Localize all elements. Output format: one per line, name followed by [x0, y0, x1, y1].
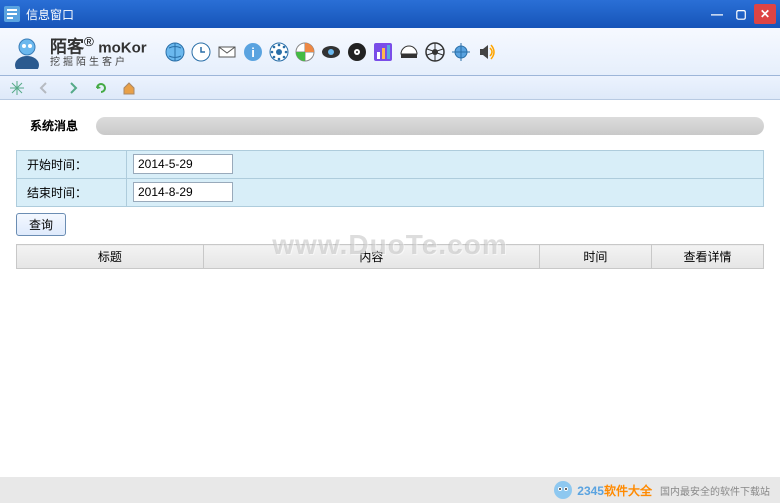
content-area: 系统消息 开始时间： 结束时间： 查询 标题 内容 时间 查看详情 www.Du…: [0, 100, 780, 477]
window-title: 信息窗口: [26, 6, 706, 23]
window-controls: — ▢ ✕: [706, 4, 776, 24]
info-icon[interactable]: i: [243, 42, 263, 62]
mascot-icon: [553, 480, 573, 500]
maximize-button[interactable]: ▢: [730, 4, 752, 24]
brand-logo: 陌客® moKor 挖掘陌生客户: [10, 35, 147, 69]
start-date-label: 开始时间：: [17, 151, 127, 178]
brand-en: moKor: [98, 39, 146, 56]
col-content: 内容: [203, 245, 539, 269]
main-toolbar: 陌客® moKor 挖掘陌生客户 i: [0, 28, 780, 76]
panel-title: 系统消息: [16, 113, 92, 138]
target-icon[interactable]: [451, 42, 471, 62]
gear-icon[interactable]: [269, 42, 289, 62]
start-date-input[interactable]: [133, 154, 233, 174]
close-button[interactable]: ✕: [754, 4, 776, 24]
brand-cn: 陌客: [50, 37, 84, 56]
start-date-row: 开始时间：: [17, 151, 763, 179]
footer-sub: 国内最安全的软件下载站: [660, 483, 770, 498]
clock-icon[interactable]: [191, 42, 211, 62]
globe-icon[interactable]: [165, 42, 185, 62]
eye-icon[interactable]: [321, 42, 341, 62]
minimize-button[interactable]: —: [706, 4, 728, 24]
footer: 2345软件大全 国内最安全的软件下载站: [0, 477, 780, 503]
wheel-icon[interactable]: [425, 42, 445, 62]
footer-brand-cn: 软件大全: [604, 484, 652, 498]
mail-icon[interactable]: [217, 42, 237, 62]
end-date-label: 结束时间：: [17, 179, 127, 206]
query-form: 开始时间： 结束时间：: [16, 150, 764, 207]
panel-header: 系统消息: [16, 113, 764, 138]
end-date-row: 结束时间：: [17, 179, 763, 206]
forward-icon[interactable]: [64, 79, 82, 97]
refresh-icon[interactable]: [92, 79, 110, 97]
svg-text:i: i: [251, 45, 255, 60]
panel-grey-bar: [96, 117, 764, 135]
dome-icon[interactable]: [399, 42, 419, 62]
col-title: 标题: [17, 245, 204, 269]
nav-toolbar: [0, 76, 780, 100]
query-button[interactable]: 查询: [16, 213, 66, 236]
titlebar: 信息窗口 — ▢ ✕: [0, 0, 780, 28]
disc-icon[interactable]: [347, 42, 367, 62]
brand-slogan: 挖掘陌生客户: [50, 58, 147, 68]
col-time: 时间: [539, 245, 651, 269]
end-date-input[interactable]: [133, 182, 233, 202]
expand-icon[interactable]: [8, 79, 26, 97]
result-table: 标题 内容 时间 查看详情: [16, 244, 764, 269]
footer-brand: 2345软件大全: [577, 482, 652, 499]
col-detail: 查看详情: [651, 245, 763, 269]
sound-icon[interactable]: [477, 42, 497, 62]
toolbar-icons: i: [165, 42, 497, 62]
grid-icon[interactable]: [295, 42, 315, 62]
app-icon: [4, 6, 20, 22]
chart-icon[interactable]: [373, 42, 393, 62]
home-icon[interactable]: [120, 79, 138, 97]
footer-logo: 2345软件大全: [553, 480, 652, 500]
back-icon[interactable]: [36, 79, 54, 97]
avatar-icon: [10, 35, 44, 69]
